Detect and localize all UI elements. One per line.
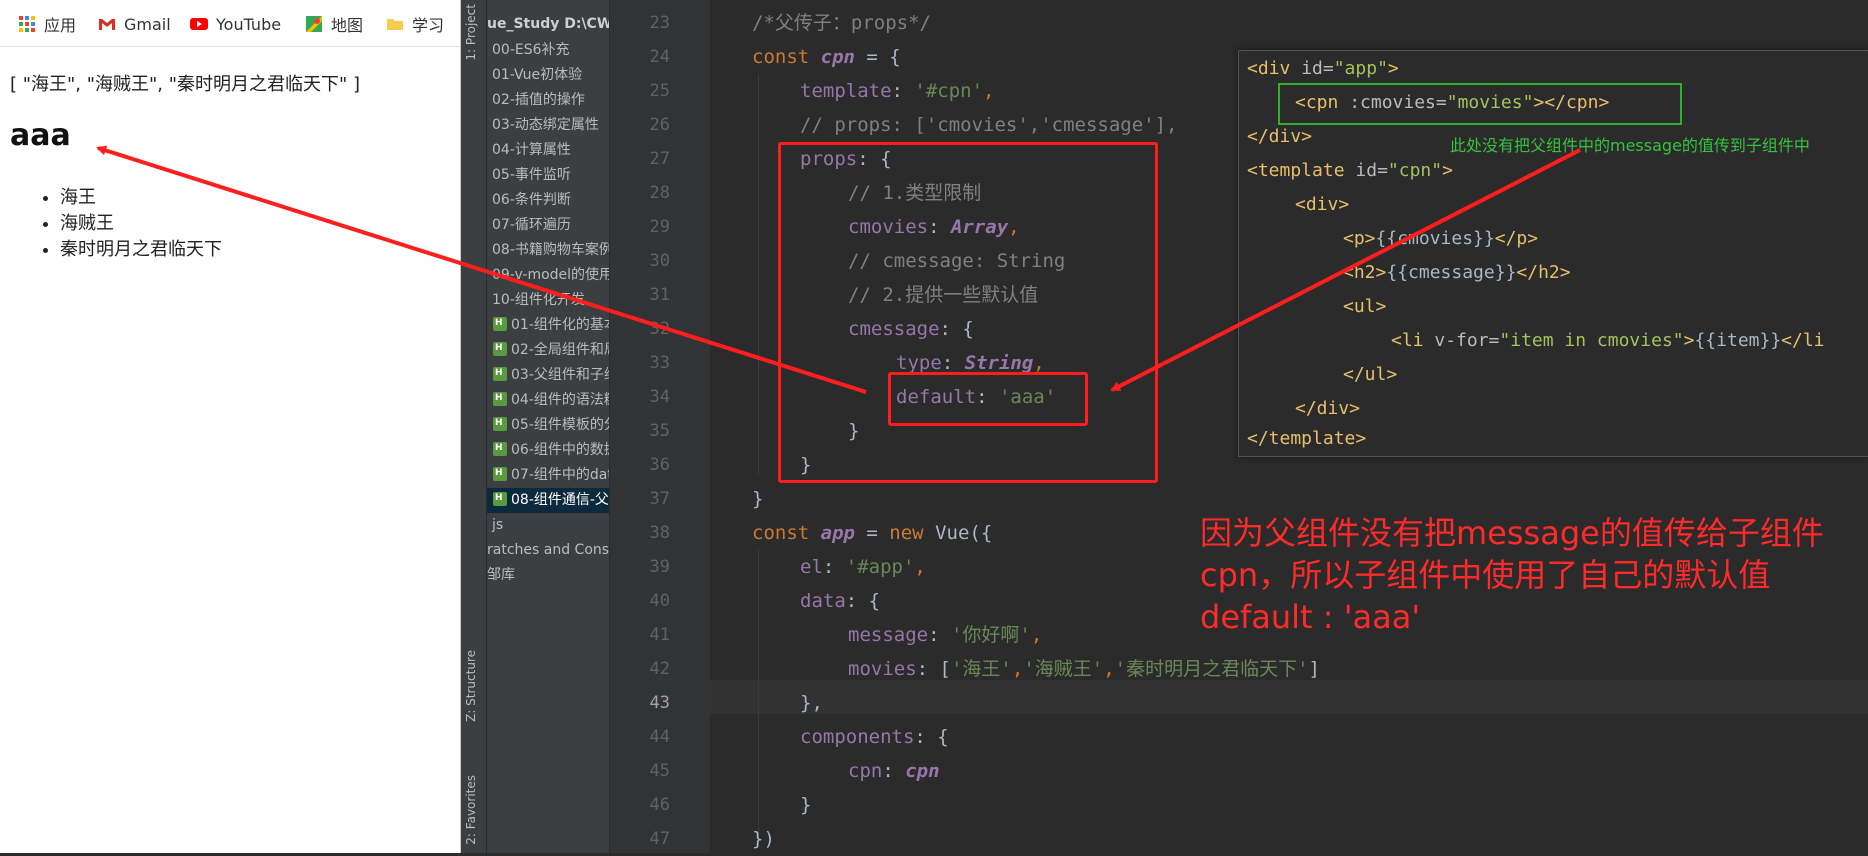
- annotation-arrows: [96, 145, 1581, 394]
- arrow-to-default-value: [1110, 148, 1581, 392]
- arrow-to-rendered-heading: [96, 145, 867, 394]
